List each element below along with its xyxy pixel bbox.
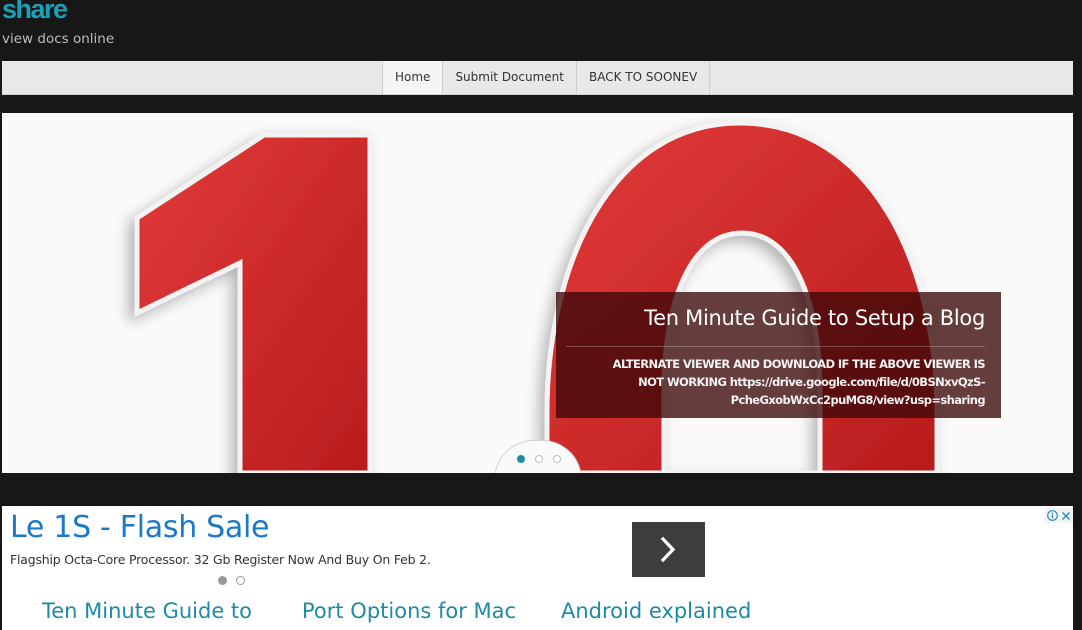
nav-menu: Home Submit Document BACK TO SOONEV: [382, 61, 711, 94]
caption-divider: [566, 346, 985, 347]
slider-dot-1[interactable]: [517, 455, 525, 463]
featured-slider[interactable]: Ten Minute Guide to Setup a Blog ALTERNA…: [2, 113, 1073, 473]
slide-caption: Ten Minute Guide to Setup a Blog ALTERNA…: [556, 292, 1001, 418]
ad-next-button[interactable]: [632, 522, 705, 577]
nav-item-back-to-soonev[interactable]: BACK TO SOONEV: [577, 61, 711, 94]
slide-caption-title[interactable]: Ten Minute Guide to Setup a Blog: [644, 306, 985, 330]
digit-one-shape: [134, 132, 373, 473]
site-tagline: view docs online: [2, 31, 115, 47]
ad-dot-2[interactable]: [236, 576, 245, 585]
ad-title[interactable]: Le 1S - Flash Sale: [10, 510, 269, 545]
related-doc-link[interactable]: Ten Minute Guide to: [42, 599, 252, 623]
ad-choices[interactable]: [1045, 508, 1073, 523]
info-icon[interactable]: [1047, 510, 1058, 521]
nav-bar: Home Submit Document BACK TO SOONEV: [2, 61, 1073, 95]
ad-dot-1[interactable]: [218, 576, 227, 585]
related-doc-link[interactable]: Android explained: [561, 599, 751, 623]
slider-dot-3[interactable]: [553, 455, 561, 463]
related-doc-link[interactable]: Port Options for Mac: [302, 599, 516, 623]
site-header: share view docs online: [0, 0, 1082, 60]
nav-item-submit-document[interactable]: Submit Document: [443, 61, 577, 94]
slide-caption-text: ALTERNATE VIEWER AND DOWNLOAD IF THE ABO…: [612, 357, 986, 407]
ad-description: Flagship Octa-Core Processor. 32 Gb Regi…: [10, 552, 431, 567]
close-icon[interactable]: [1061, 511, 1071, 521]
site-logo[interactable]: share: [2, 0, 68, 25]
slider-dot-2[interactable]: [535, 455, 543, 463]
ad-banner[interactable]: Le 1S - Flash Sale Flagship Octa-Core Pr…: [2, 506, 1073, 630]
chevron-right-icon: [660, 536, 676, 563]
nav-item-home[interactable]: Home: [383, 61, 444, 94]
